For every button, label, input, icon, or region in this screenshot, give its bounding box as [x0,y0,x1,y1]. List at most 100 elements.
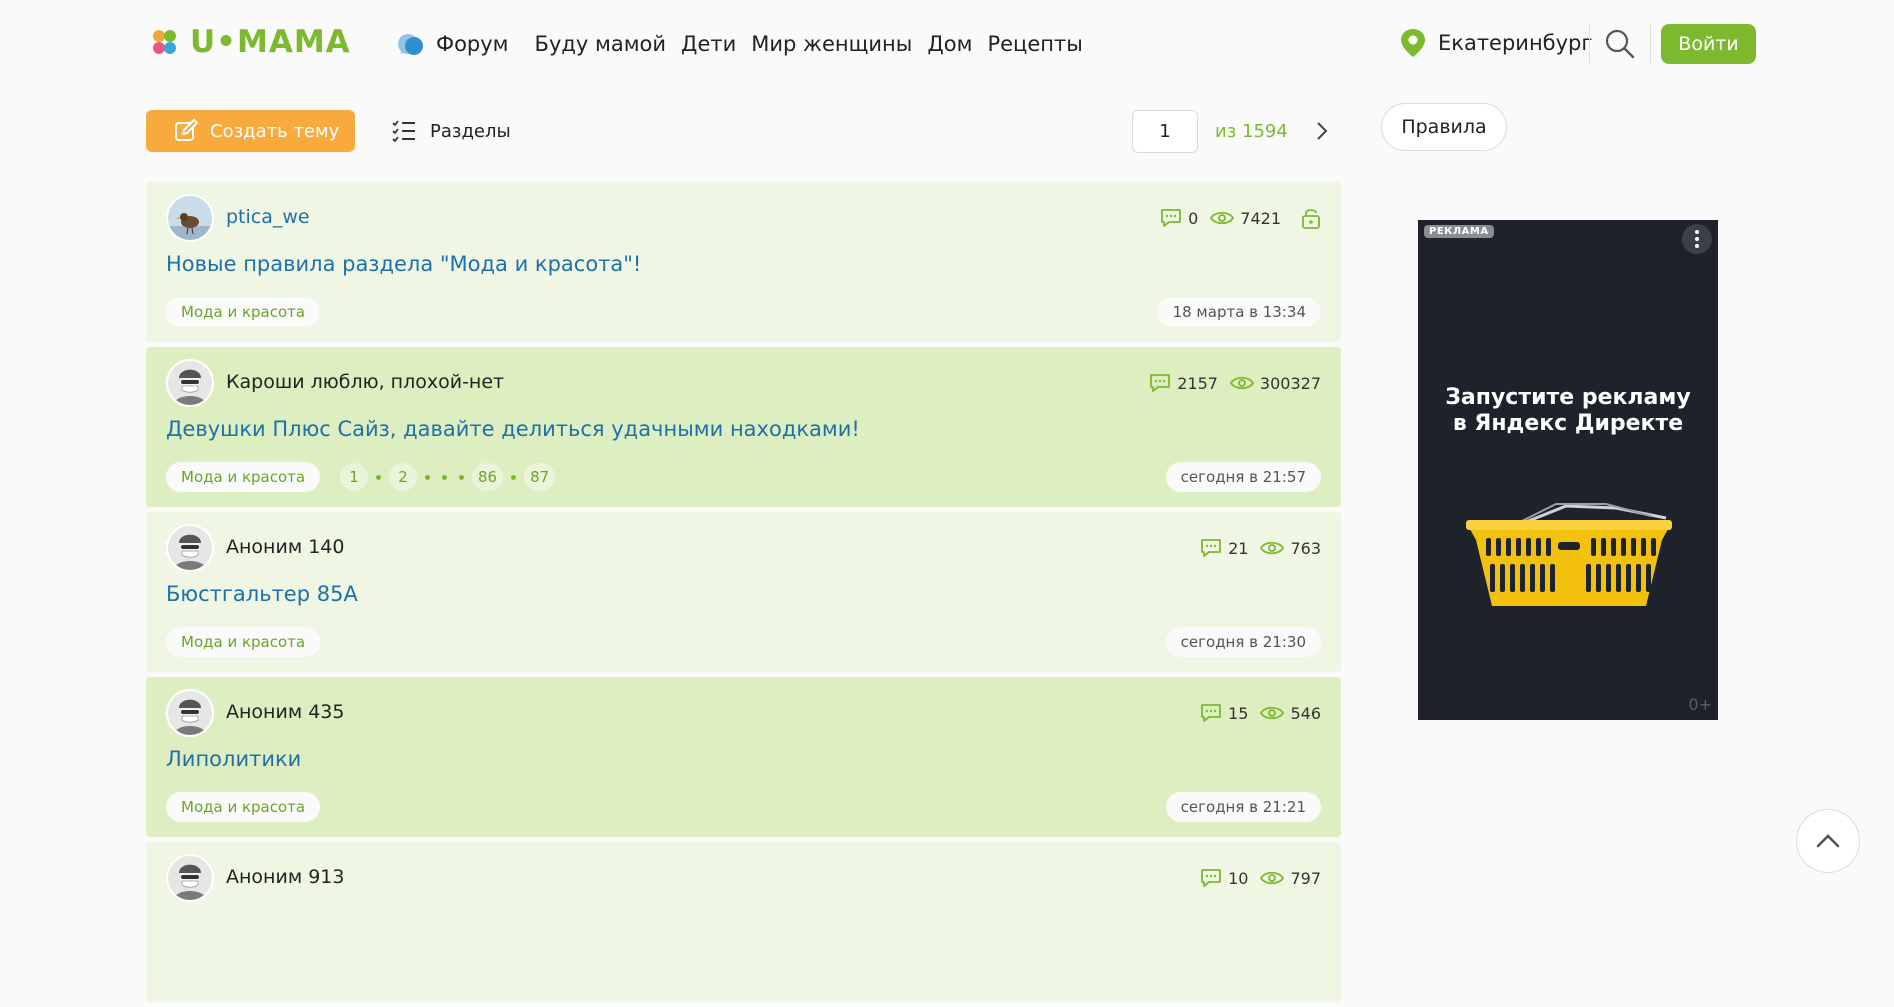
comments-count: 0 [1160,208,1198,228]
main-nav: Форум Буду мамой Дети Мир женщины Дом Ре… [396,24,1098,64]
topic-page-link[interactable]: 2 [389,463,417,491]
views-value: 546 [1290,703,1321,723]
ad-age-rating: 0+ [1688,695,1712,714]
comment-icon [1201,539,1221,557]
ellipsis-dot [459,474,464,480]
topic-row: Аноним 913 10 797 [146,842,1341,1002]
eye-icon [1260,871,1285,885]
nav-item-kids[interactable]: Дети [681,32,736,56]
comments-count: 10 [1200,868,1248,888]
comments-value: 2157 [1177,373,1218,393]
topic-page-link[interactable]: 86 [472,463,504,491]
page-total: из 1594 [1215,120,1288,142]
locked-indicator [1301,207,1321,229]
comments-count: 15 [1200,703,1248,723]
chevron-up-icon [1816,834,1840,848]
forum-toolbar: Создать тему Разделы из 1594 [146,110,1341,154]
eye-icon [1229,376,1254,390]
login-button[interactable]: Войти [1661,24,1756,64]
topic-title[interactable]: Липолитики [166,747,301,771]
eye-icon [1260,706,1285,720]
nav-item-recipes[interactable]: Рецепты [987,32,1082,56]
location-pin-icon [1401,29,1425,57]
logo-text: U•MAMA [190,24,351,60]
views-count: 797 [1260,869,1321,888]
separator-dot [511,474,517,480]
views-count: 763 [1260,539,1321,558]
clover-logo-icon [153,30,176,54]
topic-author[interactable]: Аноним 140 [226,536,344,558]
separator-dot [376,474,381,480]
sections-label: Разделы [430,120,511,142]
views-count: 300327 [1229,373,1321,393]
topic-author[interactable]: ptica_we [226,206,310,228]
bird-avatar-icon [168,196,212,240]
topic-tag[interactable]: Мода и красота [166,297,321,327]
chevron-right-icon [1317,122,1328,140]
divider [1650,24,1651,64]
views-count: 7421 [1210,209,1281,228]
create-topic-button[interactable]: Создать тему [146,110,355,152]
topic-tag[interactable]: Мода и красота [166,462,321,492]
edit-icon [175,119,198,141]
topic-title[interactable]: Новые правила раздела "Мода и красота"! [166,252,641,276]
comments-value: 0 [1188,208,1199,228]
topic-author[interactable]: Аноним 435 [226,701,344,723]
topic-tag[interactable]: Мода и красота [166,627,321,657]
topic-tag[interactable]: Мода и красота [166,792,321,822]
nav-item-forum[interactable]: Форум [396,30,509,58]
rules-button[interactable]: Правила [1381,103,1507,151]
city-selector[interactable]: Екатеринбург [1400,26,1592,60]
site-logo[interactable]: U•MAMA [148,24,351,60]
avatar[interactable] [166,524,214,572]
avatar[interactable] [166,194,214,242]
ad-banner[interactable]: РЕКЛАМА Запустите рекламу в Яндекс Дирек… [1418,220,1718,720]
topic-page-link[interactable]: 87 [524,463,556,491]
topic-date: 18 марта в 13:34 [1157,297,1321,327]
topic-list: ptica_we 0 7421 Новые правила раздела "М… [146,182,1341,1007]
anonymous-avatar-icon [168,691,212,735]
ad-menu-button[interactable] [1682,224,1712,254]
topic-stats: 2157 300327 [1143,369,1321,397]
topic-author[interactable]: Кароши люблю, плохой-нет [226,371,504,393]
topic-title[interactable]: Девушки Плюс Сайз, давайте делиться удач… [166,417,860,441]
nav-item-women[interactable]: Мир женщины [751,32,912,56]
lock-icon [1302,209,1320,229]
topic-row: Аноним 435 15 546 Липолитики Мода и крас… [146,677,1341,837]
search-button[interactable] [1604,28,1636,60]
topic-stats: 21 763 [1194,534,1321,562]
topic-author[interactable]: Аноним 913 [226,866,344,888]
avatar[interactable] [166,689,214,737]
sections-button[interactable]: Разделы [392,110,511,152]
avatar[interactable] [166,359,214,407]
ad-headline-line: Запустите рекламу [1445,385,1691,410]
page-number-input[interactable] [1132,110,1198,153]
scroll-to-top-button[interactable] [1796,809,1860,873]
topic-row: Кароши люблю, плохой-нет 2157 300327 Дев… [146,347,1341,507]
eye-icon [1260,541,1285,555]
next-page-button[interactable] [1311,120,1333,142]
comment-icon [1201,704,1221,722]
checklist-icon [392,120,415,142]
topic-stats: 0 7421 [1154,204,1321,232]
topic-page-link[interactable]: 1 [340,463,368,491]
comments-value: 15 [1228,703,1249,723]
nav-item-label: Форум [436,32,509,56]
topic-row: ptica_we 0 7421 Новые правила раздела "М… [146,182,1341,342]
ad-headline: Запустите рекламу в Яндекс Директе [1418,385,1718,437]
shopping-basket-icon [1466,503,1672,606]
topic-row: Аноним 140 21 763 Бюстгальтер 85А Мода и… [146,512,1341,672]
views-value: 300327 [1259,373,1321,393]
topic-date: сегодня в 21:57 [1165,462,1321,492]
topic-date: сегодня в 21:21 [1165,792,1321,822]
comments-count: 2157 [1149,373,1218,393]
search-icon [1605,29,1635,59]
views-count: 546 [1260,704,1321,723]
ad-badge: РЕКЛАМА [1424,225,1494,238]
nav-item-pregnancy[interactable]: Буду мамой [535,32,667,56]
avatar[interactable] [166,854,214,902]
nav-item-home[interactable]: Дом [927,32,972,56]
topic-stats: 15 546 [1194,699,1321,727]
topic-title[interactable]: Бюстгальтер 85А [166,582,358,606]
comment-icon [1150,374,1171,392]
